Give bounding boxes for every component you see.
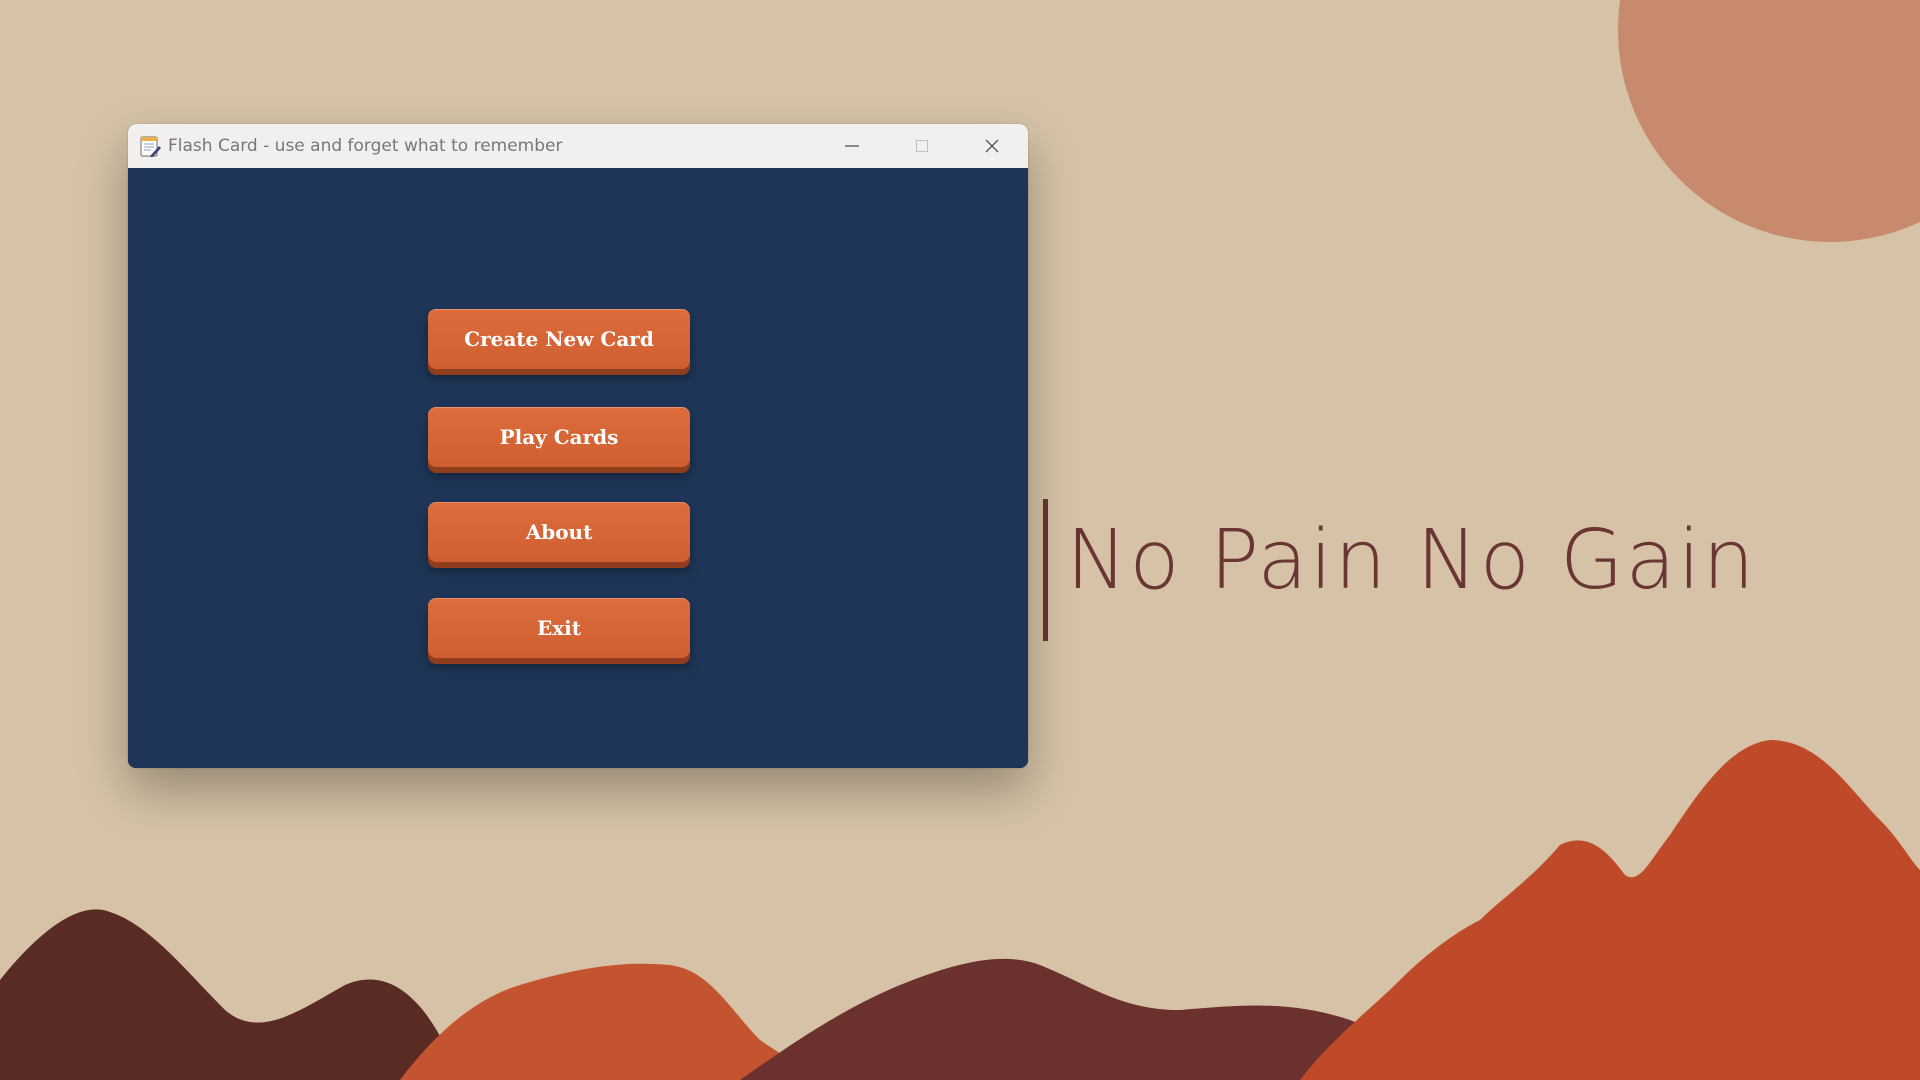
exit-button[interactable]: Exit	[428, 598, 690, 658]
close-icon	[985, 139, 999, 153]
maximize-button[interactable]	[890, 124, 954, 168]
minimize-button[interactable]	[820, 124, 884, 168]
maximize-icon	[916, 140, 928, 152]
window-title: Flash Card - use and forget what to reme…	[168, 136, 563, 156]
main-menu-panel: Create New Card Play Cards About Exit	[128, 168, 1028, 768]
sun-shape	[1618, 0, 1920, 242]
about-button[interactable]: About	[428, 502, 690, 562]
title-bar[interactable]: Flash Card - use and forget what to reme…	[128, 124, 1028, 169]
play-cards-button[interactable]: Play Cards	[428, 407, 690, 467]
create-new-card-button[interactable]: Create New Card	[428, 309, 690, 369]
minimize-icon	[845, 145, 859, 147]
flash-card-window: Flash Card - use and forget what to reme…	[128, 124, 1028, 768]
notepad-app-icon	[138, 134, 162, 158]
wallpaper-quote: No Pain No Gain	[1066, 513, 1757, 608]
close-button[interactable]	[960, 124, 1024, 168]
quote-divider	[1043, 499, 1048, 641]
mountain-dark-left	[0, 909, 460, 1080]
mountain-orange-right	[1300, 740, 1920, 1080]
mountain-orange-middle	[400, 963, 820, 1080]
